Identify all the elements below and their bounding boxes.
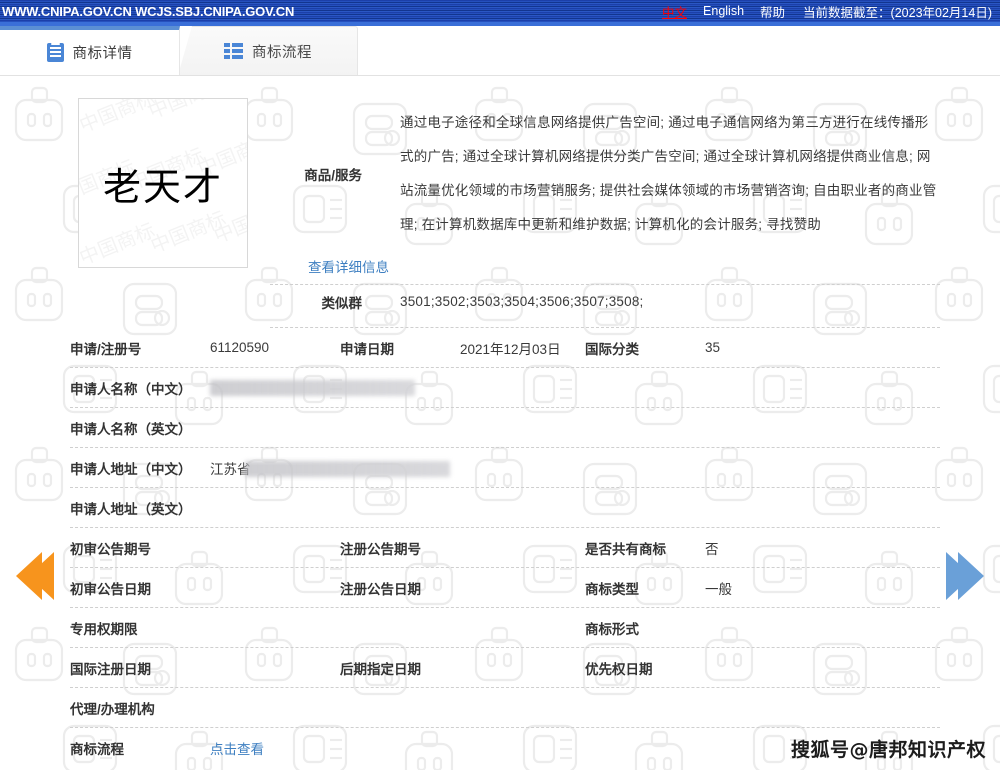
next-record-arrow[interactable] <box>940 548 986 604</box>
table-row-exclusive-right-period: 专用权期限 商标形式 <box>70 608 940 648</box>
list-icon <box>224 42 243 60</box>
language-chinese-link[interactable]: 中文 <box>662 2 687 21</box>
redacted-applicant-name <box>210 379 415 396</box>
view-detail-link[interactable]: 查看详细信息 <box>270 256 940 276</box>
similar-group-label: 类似群 <box>321 296 363 311</box>
exclusive-right-period-label: 专用权期限 <box>70 621 138 637</box>
trademark-summary-block: 中国商标 中国商标 中国商标 中国商标 中国商标 中国商标 中国商标 中国商标 … <box>70 76 940 328</box>
goods-services-label: 商品/服务 <box>304 168 362 183</box>
applicant-address-cn-value: 江苏省 <box>210 458 940 478</box>
trademark-field-table: 申请/注册号 61120590 申请日期 2021年12月03日 国际分类 35… <box>70 328 940 768</box>
similar-group-value: 3501;3502;3503;3504;3506;3507;3508; <box>400 294 644 309</box>
prev-record-arrow[interactable] <box>14 548 60 604</box>
table-row-preliminary-announcement-date: 初审公告日期 注册公告日期 商标类型 一般 <box>70 568 940 608</box>
goods-services-row: 商品/服务 通过电子途径和全球信息网络提供广告空间; 通过电子通信网络为第三方进… <box>270 94 940 254</box>
trademark-type-value: 一般 <box>705 581 732 597</box>
priority-date-label: 优先权日期 <box>585 661 653 677</box>
trademark-form-label: 商标形式 <box>585 621 639 637</box>
tab-trademark-process-label: 商标流程 <box>252 44 312 61</box>
site-header-bar: WWW.CNIPA.GOV.CN WCJS.SBJ.CNIPA.GOV.CN 中… <box>0 0 1000 22</box>
shared-trademark-value: 否 <box>705 541 719 557</box>
header-links: 中文 English 帮助 当前数据截至：(2023年02月14日) <box>662 0 992 22</box>
application-number-value: 61120590 <box>210 340 270 355</box>
tab-trademark-process[interactable]: 商标流程 <box>178 26 358 75</box>
international-class-value: 35 <box>705 340 721 355</box>
table-row-application-number: 申请/注册号 61120590 申请日期 2021年12月03日 国际分类 35 <box>70 328 940 368</box>
table-row-applicant-address-cn: 申请人地址（中文） 江苏省 <box>70 448 940 488</box>
help-link[interactable]: 帮助 <box>760 2 785 21</box>
tab-trademark-detail[interactable]: 商标详情 <box>0 26 180 75</box>
similar-group-row: 类似群 3501;3502;3503;3504;3506;3507;3508; <box>270 285 940 319</box>
goods-services-block: 商品/服务 通过电子途径和全球信息网络提供广告空间; 通过电子通信网络为第三方进… <box>270 94 940 328</box>
agent-label: 代理/办理机构 <box>70 701 155 717</box>
detail-content: 中国商标 中国商标 中国商标 中国商标 中国商标 中国商标 中国商标 中国商标 … <box>0 76 1000 768</box>
applicant-name-cn-value <box>210 379 940 396</box>
table-row-international-registration-date: 国际注册日期 后期指定日期 优先权日期 <box>70 648 940 688</box>
goods-services-value: 通过电子途径和全球信息网络提供广告空间; 通过电子通信网络为第三方进行在线传播形… <box>400 115 937 232</box>
preliminary-announcement-issue-label: 初审公告期号 <box>70 541 151 557</box>
registration-announcement-date-label: 注册公告日期 <box>340 581 421 597</box>
trademark-process-label: 商标流程 <box>70 742 124 757</box>
site-urls: WWW.CNIPA.GOV.CN WCJS.SBJ.CNIPA.GOV.CN <box>2 3 295 19</box>
applicant-name-cn-label: 申请人名称（中文） <box>70 381 192 397</box>
later-designation-date-label: 后期指定日期 <box>340 661 421 677</box>
applicant-name-en-label: 申请人名称（英文） <box>70 421 192 437</box>
shared-trademark-label: 是否共有商标 <box>585 541 666 557</box>
table-row-applicant-name-cn: 申请人名称（中文） <box>70 368 940 408</box>
international-class-label: 国际分类 <box>585 341 639 357</box>
trademark-type-label: 商标类型 <box>585 581 639 597</box>
data-cutoff-label: 当前数据截至：(2023年02月14日) <box>803 5 992 20</box>
applicant-address-en-label: 申请人地址（英文） <box>70 501 192 517</box>
preliminary-announcement-date-label: 初审公告日期 <box>70 581 151 597</box>
source-watermark: 搜狐号@唐邦知识产权 <box>790 739 986 761</box>
language-english-link[interactable]: English <box>703 4 744 18</box>
application-date-value: 2021年12月03日 <box>460 341 561 357</box>
table-row-applicant-name-en: 申请人名称（英文） <box>70 408 940 448</box>
detail-page: 中国商标 中国商标 中国商标 中国商标 中国商标 中国商标 中国商标 中国商标 … <box>0 76 1000 770</box>
international-registration-date-label: 国际注册日期 <box>70 661 151 677</box>
tab-strip: 商标详情 商标流程 <box>0 26 1000 76</box>
registration-announcement-issue-label: 注册公告期号 <box>340 541 421 557</box>
application-number-label: 申请/注册号 <box>70 341 142 357</box>
redacted-applicant-address <box>244 460 450 477</box>
application-date-label: 申请日期 <box>340 341 394 357</box>
table-row-applicant-address-en: 申请人地址（英文） <box>70 488 940 528</box>
trademark-image: 中国商标 中国商标 中国商标 中国商标 中国商标 中国商标 中国商标 中国商标 … <box>78 98 248 268</box>
tab-trademark-detail-label: 商标详情 <box>72 46 133 62</box>
trademark-image-text: 老天才 <box>102 164 223 209</box>
table-row-preliminary-announcement-issue: 初审公告期号 注册公告期号 是否共有商标 否 <box>70 528 940 568</box>
document-icon <box>46 43 64 62</box>
table-row-agent: 代理/办理机构 <box>70 688 940 728</box>
applicant-address-cn-label: 申请人地址（中文） <box>70 461 192 477</box>
